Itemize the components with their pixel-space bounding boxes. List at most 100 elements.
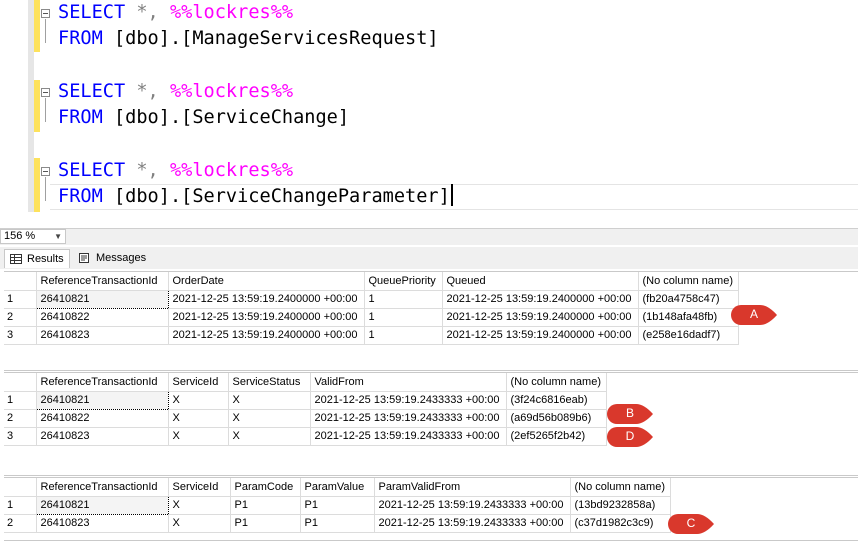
table-cell[interactable]: (fb20a4758c47): [638, 290, 739, 309]
table-row[interactable]: 2 26410823 X P1 P1 2021-12-25 13:59:19.243333…: [4, 514, 671, 533]
table-cell[interactable]: X: [168, 427, 229, 446]
table-cell[interactable]: 26410821: [35, 390, 169, 410]
table-cell[interactable]: 1: [364, 290, 443, 309]
table-cell[interactable]: 26410822: [36, 308, 169, 327]
column-header[interactable]: ParamValidFrom: [374, 478, 571, 497]
table-cell[interactable]: 1: [364, 308, 443, 327]
table-cell[interactable]: 2021-12-25 13:59:19.2433333 +00:00: [310, 427, 507, 446]
row-number-header[interactable]: [4, 272, 37, 291]
table-cell[interactable]: X: [168, 514, 231, 533]
code-line-select: SELECT *, %%lockres%%: [58, 2, 294, 23]
row-number[interactable]: 2: [4, 514, 37, 533]
table-cell[interactable]: (c37d1982c3c9): [570, 514, 671, 533]
table-cell[interactable]: X: [168, 409, 229, 428]
row-number-header[interactable]: [4, 373, 37, 392]
result-grid-3[interactable]: ReferenceTransactionId ServiceId ParamCode…: [4, 477, 858, 541]
result-table[interactable]: ReferenceTransactionId OrderDate QueuePrio…: [4, 272, 739, 345]
collapse-icon[interactable]: [41, 88, 50, 97]
table-cell[interactable]: P1: [230, 514, 301, 533]
table-cell[interactable]: 26410823: [36, 427, 169, 446]
table-cell[interactable]: 2021-12-25 13:59:19.2400000 +00:00: [168, 308, 365, 327]
table-cell[interactable]: 2021-12-25 13:59:19.2400000 +00:00: [168, 290, 365, 309]
table-cell[interactable]: X: [228, 391, 311, 410]
code-line-from: FROM [dbo].[ServiceChangeParameter]: [58, 184, 453, 210]
zoom-select[interactable]: 156 % ▼: [0, 229, 66, 244]
table-cell[interactable]: X: [228, 409, 311, 428]
table-row[interactable]: 2 26410822 2021-12-25 13:59:19.2400000 +00…: [4, 308, 739, 327]
tab-results[interactable]: Results: [4, 249, 70, 268]
row-number-header[interactable]: [4, 478, 37, 497]
table-cell[interactable]: X: [168, 391, 229, 410]
messages-icon: [79, 253, 89, 263]
collapse-icon[interactable]: [41, 167, 50, 176]
table-row[interactable]: 1 26410821 2021-12-25 13:59:19.2400000 +00…: [4, 289, 739, 309]
column-header[interactable]: ParamCode: [230, 478, 301, 497]
table-cell[interactable]: (2ef5265f2b42): [506, 427, 607, 446]
table-cell[interactable]: (3f24c6816eab): [506, 391, 607, 410]
table-cell[interactable]: (e258e16dadf7): [638, 326, 739, 345]
column-header[interactable]: Queued: [442, 272, 639, 291]
table-row[interactable]: 3 26410823 2021-12-25 13:59:19.2400000 +00…: [4, 326, 739, 345]
fold-guide: [45, 19, 46, 43]
table-row[interactable]: 1 26410821 X P1 P1 2021-12-25 13:59:19.243333…: [4, 495, 671, 515]
table-cell[interactable]: 26410823: [36, 326, 169, 345]
code-line-from: FROM [dbo].[ServiceChange]: [58, 107, 350, 128]
tab-messages-label: Messages: [96, 252, 147, 264]
table-cell[interactable]: 26410822: [36, 409, 169, 428]
tab-results-label: Results: [27, 253, 64, 265]
table-cell[interactable]: 26410821: [35, 289, 169, 309]
fold-guide: [45, 98, 46, 122]
table-cell[interactable]: 2021-12-25 13:59:19.2400000 +00:00: [442, 326, 639, 345]
column-header[interactable]: ReferenceTransactionId: [36, 373, 169, 392]
column-header[interactable]: ParamValue: [300, 478, 375, 497]
code-line-select: SELECT *, %%lockres%%: [58, 160, 294, 181]
table-row[interactable]: 2 26410822 X X 2021-12-25 13:59:19.2433333 +…: [4, 409, 607, 428]
table-cell[interactable]: 2021-12-25 13:59:19.2400000 +00:00: [168, 326, 365, 345]
query-editor[interactable]: SELECT *, %%lockres%% FROM [dbo].[Manage…: [0, 0, 858, 226]
table-cell[interactable]: P1: [230, 496, 301, 515]
column-header[interactable]: ReferenceTransactionId: [36, 272, 169, 291]
table-cell[interactable]: 2021-12-25 13:59:19.2433333 +00:00: [374, 514, 571, 533]
table-cell[interactable]: 2021-12-25 13:59:19.2433333 +00:00: [310, 409, 507, 428]
column-header[interactable]: ServiceId: [168, 478, 231, 497]
table-cell[interactable]: X: [228, 427, 311, 446]
callout-a: A: [730, 304, 778, 326]
row-number[interactable]: 2: [4, 308, 37, 327]
column-header[interactable]: ServiceStatus: [228, 373, 311, 392]
column-header[interactable]: ReferenceTransactionId: [36, 478, 169, 497]
table-cell[interactable]: 26410823: [36, 514, 169, 533]
column-header[interactable]: (No column name): [570, 478, 671, 497]
tab-messages[interactable]: Messages: [74, 249, 152, 268]
table-cell[interactable]: 2021-12-25 13:59:19.2400000 +00:00: [442, 290, 639, 309]
column-header[interactable]: ValidFrom: [310, 373, 507, 392]
result-grid-2[interactable]: ReferenceTransactionId ServiceId ServiceSt…: [4, 372, 858, 476]
table-row[interactable]: 1 26410821 X X 2021-12-25 13:59:19.2433333 +…: [4, 390, 607, 410]
table-cell[interactable]: X: [168, 496, 231, 515]
table-cell[interactable]: 2021-12-25 13:59:19.2433333 +00:00: [310, 391, 507, 410]
table-cell[interactable]: 1: [364, 326, 443, 345]
table-cell[interactable]: 2021-12-25 13:59:19.2433333 +00:00: [374, 496, 571, 515]
table-cell[interactable]: (13bd9232858a): [570, 496, 671, 515]
row-number[interactable]: 2: [4, 409, 37, 428]
table-cell[interactable]: P1: [300, 496, 375, 515]
column-header[interactable]: OrderDate: [168, 272, 365, 291]
column-header[interactable]: ServiceId: [168, 373, 229, 392]
row-number[interactable]: 1: [4, 290, 37, 309]
result-table[interactable]: ReferenceTransactionId ServiceId ParamCode…: [4, 478, 671, 533]
table-cell[interactable]: 2021-12-25 13:59:19.2400000 +00:00: [442, 308, 639, 327]
collapse-icon[interactable]: [41, 9, 50, 18]
row-number[interactable]: 3: [4, 427, 37, 446]
column-header[interactable]: (No column name): [506, 373, 607, 392]
row-number[interactable]: 1: [4, 496, 37, 515]
column-header[interactable]: (No column name): [638, 272, 739, 291]
table-cell[interactable]: P1: [300, 514, 375, 533]
table-cell[interactable]: (a69d56b089b6): [506, 409, 607, 428]
row-number[interactable]: 3: [4, 326, 37, 345]
table-row[interactable]: 3 26410823 X X 2021-12-25 13:59:19.2433333 +…: [4, 427, 607, 446]
table-cell[interactable]: 26410821: [35, 495, 169, 515]
result-table[interactable]: ReferenceTransactionId ServiceId ServiceSt…: [4, 373, 607, 446]
table-cell[interactable]: (1b148afa48fb): [638, 308, 739, 327]
row-number[interactable]: 1: [4, 391, 37, 410]
chevron-down-icon: ▼: [54, 232, 62, 241]
column-header[interactable]: QueuePriority: [364, 272, 443, 291]
